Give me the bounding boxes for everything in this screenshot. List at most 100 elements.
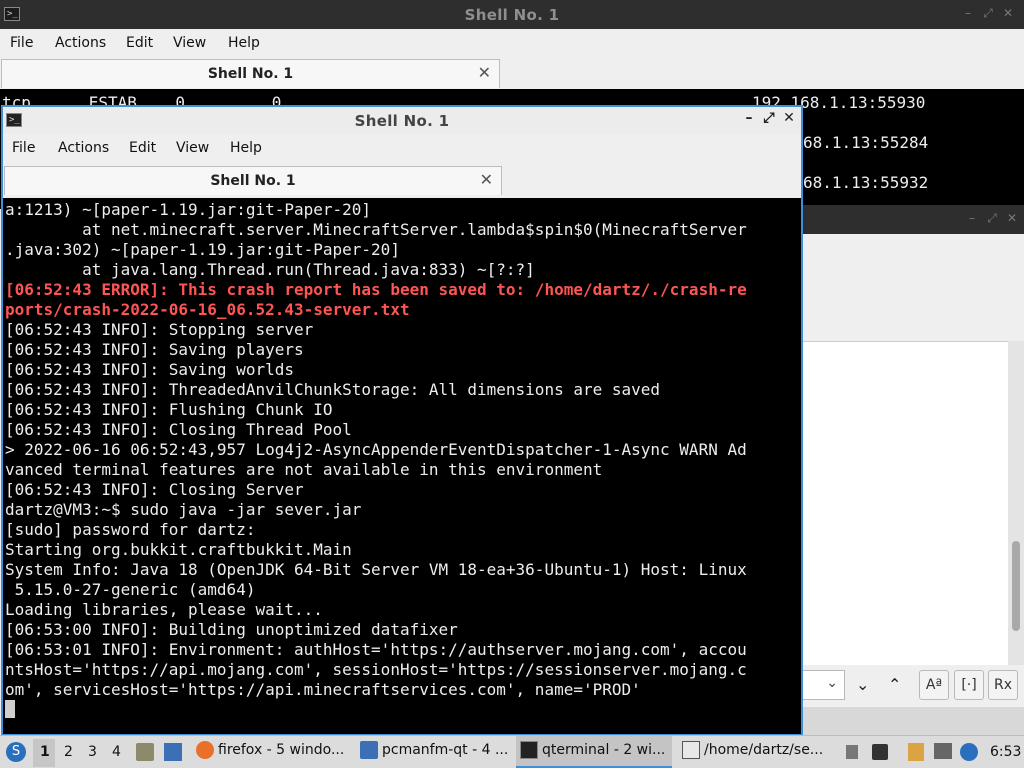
terminal-line: ntsHost='https://api.mojang.com', sessio… (5, 660, 747, 679)
task-label: qterminal - 2 wi... (542, 742, 666, 758)
background-tabbar: Shell No. 1 ✕ (0, 57, 1024, 89)
task-label: firefox - 5 windo... (218, 742, 345, 758)
workspace-3[interactable]: 3 (88, 744, 97, 760)
menu-file[interactable]: File (12, 140, 35, 156)
whole-word-button[interactable]: [·] (954, 670, 984, 700)
menu-actions[interactable]: Actions (58, 140, 109, 156)
menu-file[interactable]: File (10, 35, 33, 51)
terminal-icon (520, 741, 538, 759)
terminal-line: ports/crash-2022-06-16_06.52.43-server.t… (5, 300, 410, 319)
tray-arrow-icon[interactable] (846, 745, 858, 759)
tab-shell-1[interactable]: Shell No. 1 ✕ (1, 59, 500, 88)
terminal-line: [sudo] password for dartz: (5, 520, 256, 539)
terminal-line: [06:52:43 ERROR]: This crash report has … (5, 280, 747, 299)
terminal-line: [06:52:43 INFO]: ThreadedAnvilChunkStora… (5, 380, 661, 399)
side-window-titlebar[interactable]: – ⤢ ✕ (803, 205, 1024, 234)
terminal-line: 68.1.13:55284 (803, 133, 929, 152)
workspace-4[interactable]: 4 (112, 744, 121, 760)
terminal-line: vanced terminal features are not availab… (5, 460, 603, 479)
regex-button[interactable]: Rx (988, 670, 1018, 700)
terminal-line: Loading libraries, please wait... (5, 600, 323, 619)
foreground-menubar: File Actions Edit View Help (3, 134, 801, 164)
menu-actions[interactable]: Actions (55, 35, 106, 51)
window-list-icon[interactable] (164, 743, 182, 761)
terminal-cursor-line (5, 700, 747, 720)
find-previous-icon[interactable]: ⌃ (888, 675, 901, 694)
terminal-line: 68.1.13:55932 (803, 173, 929, 192)
tab-close-icon[interactable]: ✕ (478, 63, 491, 82)
background-menubar: File Actions Edit View Help (0, 29, 1024, 57)
terminal-line: > 2022-06-16 06:52:43,957 Log4j2-AsyncAp… (5, 440, 747, 459)
close-icon[interactable]: ✕ (779, 110, 799, 126)
maximize-icon[interactable]: ⤢ (978, 6, 998, 21)
menu-edit[interactable]: Edit (126, 35, 153, 51)
terminal-line: [06:52:43 INFO]: Closing Server (5, 480, 304, 499)
task-pcmanfm[interactable]: pcmanfm-qt - 4 ... (360, 736, 510, 768)
scrollbar-thumb[interactable] (1012, 541, 1020, 631)
workspace-2[interactable]: 2 (64, 744, 73, 760)
clock[interactable]: 6:53 (990, 744, 1021, 760)
foreground-window-controls: – ⤢ ✕ (739, 110, 799, 126)
terminal-line: om', servicesHost='https://api.minecraft… (5, 680, 641, 699)
foreground-titlebar[interactable]: >_ Shell No. 1 – ⤢ ✕ (3, 107, 801, 134)
task-text-editor[interactable]: /home/dartz/se... (682, 736, 832, 768)
foreground-terminal-window: >_ Shell No. 1 – ⤢ ✕ File Actions Edit Vie… (1, 105, 803, 736)
tab-label: Shell No. 1 (210, 173, 296, 189)
tab-label: Shell No. 1 (207, 66, 294, 82)
maximize-icon[interactable]: ⤢ (759, 110, 779, 126)
terminal-line: .java:302) ~[paper-1.19.jar:git-Paper-20… (5, 240, 400, 259)
minimize-icon[interactable]: – (739, 110, 759, 126)
system-tray: 6:53 (840, 736, 1024, 768)
foreground-tabbar: Shell No. 1 ✕ (3, 164, 801, 198)
terminal-line: [06:52:43 INFO]: Closing Thread Pool (5, 420, 352, 439)
find-bar: ⌄ ⌄ ⌃ Aª [·] Rx (803, 667, 1024, 707)
terminal-output[interactable]: a:1213) ~[paper-1.19.jar:git-Paper-20] a… (3, 198, 801, 734)
editor-text-area[interactable] (803, 341, 1008, 665)
find-next-icon[interactable]: ⌄ (856, 675, 869, 694)
firefox-icon (196, 741, 214, 759)
tab-shell-1[interactable]: Shell No. 1 ✕ (4, 166, 502, 195)
terminal-lines: a:1213) ~[paper-1.19.jar:git-Paper-20] a… (5, 200, 747, 720)
menu-help[interactable]: Help (228, 35, 260, 51)
terminal-line: a:1213) ~[paper-1.19.jar:git-Paper-20] (5, 200, 372, 219)
minimize-icon[interactable]: – (958, 6, 978, 20)
chevron-down-icon: ⌄ (826, 675, 838, 691)
terminal-line: [06:52:43 INFO]: Flushing Chunk IO (5, 400, 333, 419)
editor-scrollbar[interactable] (1008, 341, 1024, 665)
clipboard-icon[interactable] (908, 743, 924, 761)
terminal-line: dartz@VM3:~$ sudo java -jar sever.jar (5, 500, 362, 519)
terminal-line: Starting org.bukkit.craftbukkit.Main (5, 540, 352, 559)
terminal-line: [06:53:00 INFO]: Building unoptimized da… (5, 620, 458, 639)
close-icon[interactable]: ✕ (1002, 211, 1022, 225)
quicklaunch (134, 736, 190, 768)
workspace-1[interactable]: 1 (40, 744, 50, 760)
menu-edit[interactable]: Edit (129, 140, 156, 156)
menu-view[interactable]: View (176, 140, 209, 156)
background-window-controls: – ⤢ ✕ (958, 6, 1018, 21)
background-titlebar[interactable]: >_ Shell No. 1 – ⤢ ✕ (0, 0, 1024, 29)
terminal-line: [06:52:43 INFO]: Stopping server (5, 320, 314, 339)
task-firefox[interactable]: firefox - 5 windo... (196, 736, 346, 768)
network-icon[interactable] (934, 743, 952, 759)
match-case-button[interactable]: Aª (919, 670, 949, 700)
terminal-line: 5.15.0-27-generic (amd64) (5, 580, 256, 599)
update-notifier-icon[interactable] (960, 743, 978, 761)
show-desktop-icon[interactable] (136, 743, 154, 761)
task-qterminal[interactable]: qterminal - 2 wi... (516, 736, 672, 768)
background-window-title: Shell No. 1 (464, 6, 560, 24)
menu-help[interactable]: Help (230, 140, 262, 156)
task-label: pcmanfm-qt - 4 ... (382, 742, 509, 758)
find-combo[interactable]: ⌄ (803, 670, 845, 700)
maximize-icon[interactable]: ⤢ (982, 211, 1002, 226)
terminal-line: System Info: Java 18 (OpenJDK 64-Bit Ser… (5, 560, 747, 579)
taskbar: S 1 2 3 4 firefox - 5 windo... pcmanfm-q… (0, 735, 1024, 768)
volume-icon[interactable] (872, 744, 888, 760)
close-icon[interactable]: ✕ (998, 6, 1018, 20)
minimize-icon[interactable]: – (962, 211, 982, 225)
tab-close-icon[interactable]: ✕ (480, 170, 493, 189)
terminal-line: at java.lang.Thread.run(Thread.java:833)… (5, 260, 535, 279)
terminal-line: [06:52:43 INFO]: Saving worlds (5, 360, 294, 379)
foreground-window-title: Shell No. 1 (354, 112, 450, 130)
side-window-controls: – ⤢ ✕ (962, 211, 1022, 226)
menu-view[interactable]: View (173, 35, 206, 51)
